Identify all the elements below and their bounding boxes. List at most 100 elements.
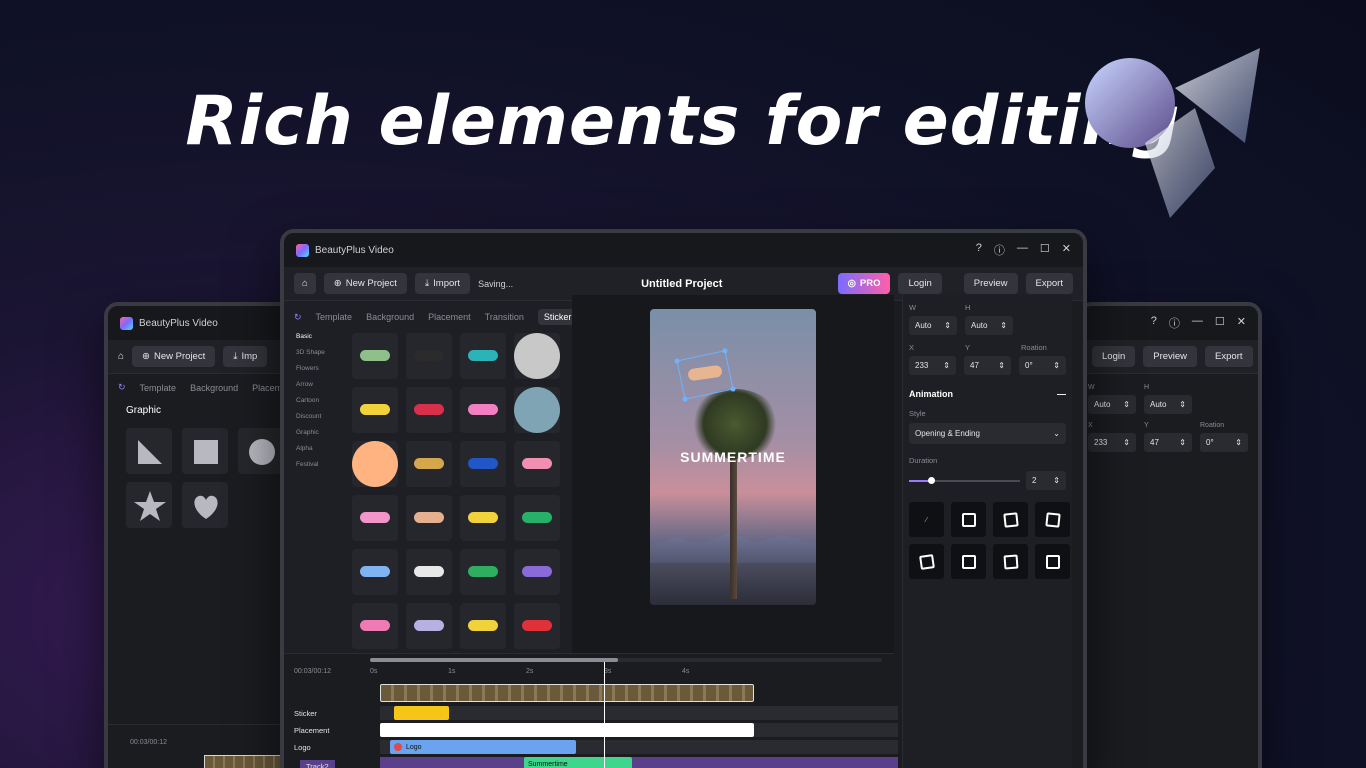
playhead[interactable] — [604, 662, 605, 768]
right-y-field[interactable]: 47 ⇕ — [1144, 433, 1192, 452]
duration-slider[interactable] — [909, 476, 1020, 484]
sticker-item[interactable] — [352, 603, 398, 649]
import-button[interactable]: ⤓ Import — [414, 273, 471, 294]
home-icon[interactable]: ⌂ — [118, 351, 124, 362]
sticker-item[interactable] — [514, 387, 560, 433]
tab-background[interactable]: Background — [366, 312, 414, 322]
category-item[interactable]: Festival — [296, 457, 325, 473]
summertime-clip[interactable]: Summertime — [524, 757, 632, 768]
triangle-graphic[interactable] — [126, 428, 172, 474]
maximize-icon[interactable]: ☐ — [1040, 242, 1050, 258]
tab-placement[interactable]: Placement — [428, 312, 471, 322]
category-item[interactable]: Cartoon — [296, 393, 325, 409]
category-item[interactable]: Alpha — [296, 441, 325, 457]
right-preview-button[interactable]: Preview — [1143, 346, 1198, 367]
sticker-item[interactable] — [460, 387, 506, 433]
sticker-item[interactable] — [514, 441, 560, 487]
sticker-item[interactable] — [406, 495, 452, 541]
canvas-text[interactable]: SUMMERTIME — [650, 449, 816, 465]
resize-handle[interactable] — [721, 347, 728, 354]
sticker-item[interactable] — [406, 603, 452, 649]
help-icon[interactable]: ? — [1151, 315, 1157, 331]
animation-option[interactable] — [993, 544, 1028, 579]
sticker-item[interactable] — [460, 603, 506, 649]
star-graphic[interactable] — [126, 482, 172, 528]
right-login-button[interactable]: Login — [1092, 346, 1136, 367]
animation-option[interactable] — [909, 544, 944, 579]
right-x-field[interactable]: 233 ⇕ — [1088, 433, 1136, 452]
sticker-item[interactable] — [406, 441, 452, 487]
timeline-scrollbar[interactable] — [370, 658, 882, 662]
sticker-item[interactable] — [460, 549, 506, 595]
category-item[interactable]: Basic — [296, 329, 325, 345]
maximize-icon[interactable]: ☐ — [1215, 315, 1225, 331]
new-project-button[interactable]: ⊕ New Project — [323, 273, 407, 294]
width-field[interactable]: Auto ⇕ — [909, 316, 957, 335]
category-item[interactable]: Discount — [296, 409, 325, 425]
left-import-button[interactable]: ⤓ Imp — [223, 346, 268, 367]
scrollbar-thumb[interactable] — [370, 658, 618, 662]
right-height-field[interactable]: Auto ⇕ — [1144, 395, 1192, 414]
sticker-item[interactable] — [406, 387, 452, 433]
logo-clip[interactable]: Logo — [390, 740, 576, 754]
minimize-icon[interactable]: — — [1017, 242, 1028, 258]
circle-graphic[interactable] — [238, 428, 284, 474]
sticker-item[interactable] — [514, 495, 560, 541]
category-item[interactable]: Flowers — [296, 361, 325, 377]
login-button[interactable]: Login — [898, 273, 942, 294]
left-tab-template[interactable]: Template — [140, 383, 177, 393]
close-icon[interactable]: ✕ — [1237, 315, 1246, 331]
style-dropdown[interactable]: Opening & Ending ⌄ — [909, 423, 1066, 444]
tab-template[interactable]: Template — [316, 312, 353, 322]
category-item[interactable]: 3D Shape — [296, 345, 325, 361]
sticker-item[interactable] — [514, 333, 560, 379]
info-icon[interactable]: ⓘ — [994, 242, 1005, 258]
sticker-item[interactable] — [406, 549, 452, 595]
x-field[interactable]: 233 ⇕ — [909, 356, 956, 375]
category-item[interactable]: Arrow — [296, 377, 325, 393]
sticker-clip[interactable] — [394, 706, 449, 720]
animation-option[interactable] — [951, 502, 986, 537]
video-clip[interactable] — [380, 684, 754, 702]
close-icon[interactable]: ✕ — [1062, 242, 1071, 258]
animation-option[interactable] — [951, 544, 986, 579]
animation-option[interactable] — [1035, 502, 1070, 537]
left-new-project-button[interactable]: ⊕ New Project — [132, 346, 216, 367]
help-icon[interactable]: ? — [976, 242, 982, 258]
sticker-item[interactable] — [514, 549, 560, 595]
collapse-icon[interactable]: — — [1057, 389, 1066, 399]
left-tab-placement[interactable]: Placem — [252, 383, 282, 393]
animation-none[interactable]: ⁄ — [909, 502, 944, 537]
sticker-item[interactable] — [352, 333, 398, 379]
y-field[interactable]: 47 ⇕ — [964, 356, 1011, 375]
sticker-item[interactable] — [352, 495, 398, 541]
resize-handle[interactable] — [682, 396, 689, 403]
animation-option[interactable] — [993, 502, 1028, 537]
sticker-item[interactable] — [460, 495, 506, 541]
heart-graphic[interactable] — [182, 482, 228, 528]
refresh-icon[interactable]: ↻ — [294, 312, 302, 323]
left-refresh-icon[interactable]: ↻ — [118, 382, 126, 393]
tab-transition[interactable]: Transition — [485, 312, 524, 322]
sticker-item[interactable] — [460, 441, 506, 487]
animation-option[interactable] — [1035, 544, 1070, 579]
preview-button[interactable]: Preview — [963, 273, 1018, 294]
slider-knob[interactable] — [928, 476, 936, 484]
minimize-icon[interactable]: — — [1192, 315, 1203, 331]
info-icon[interactable]: ⓘ — [1169, 315, 1180, 331]
square-graphic[interactable] — [182, 428, 228, 474]
right-rotation-field[interactable]: 0° ⇕ — [1200, 433, 1248, 452]
export-button[interactable]: Export — [1025, 273, 1073, 294]
right-export-button[interactable]: Export — [1205, 346, 1253, 367]
resize-handle[interactable] — [674, 358, 680, 364]
rotation-field[interactable]: 0° ⇕ — [1019, 356, 1066, 375]
home-button[interactable]: ⌂ — [294, 273, 316, 294]
sticker-item[interactable] — [460, 333, 506, 379]
pro-button[interactable]: ◎ PRO — [837, 273, 891, 294]
right-width-field[interactable]: Auto ⇕ — [1088, 395, 1136, 414]
preview-canvas[interactable]: SUMMERTIME — [650, 309, 816, 605]
sticker-item[interactable] — [352, 549, 398, 595]
height-field[interactable]: Auto ⇕ — [965, 316, 1013, 335]
sticker-item[interactable] — [352, 441, 398, 487]
left-tab-background[interactable]: Background — [190, 383, 238, 393]
